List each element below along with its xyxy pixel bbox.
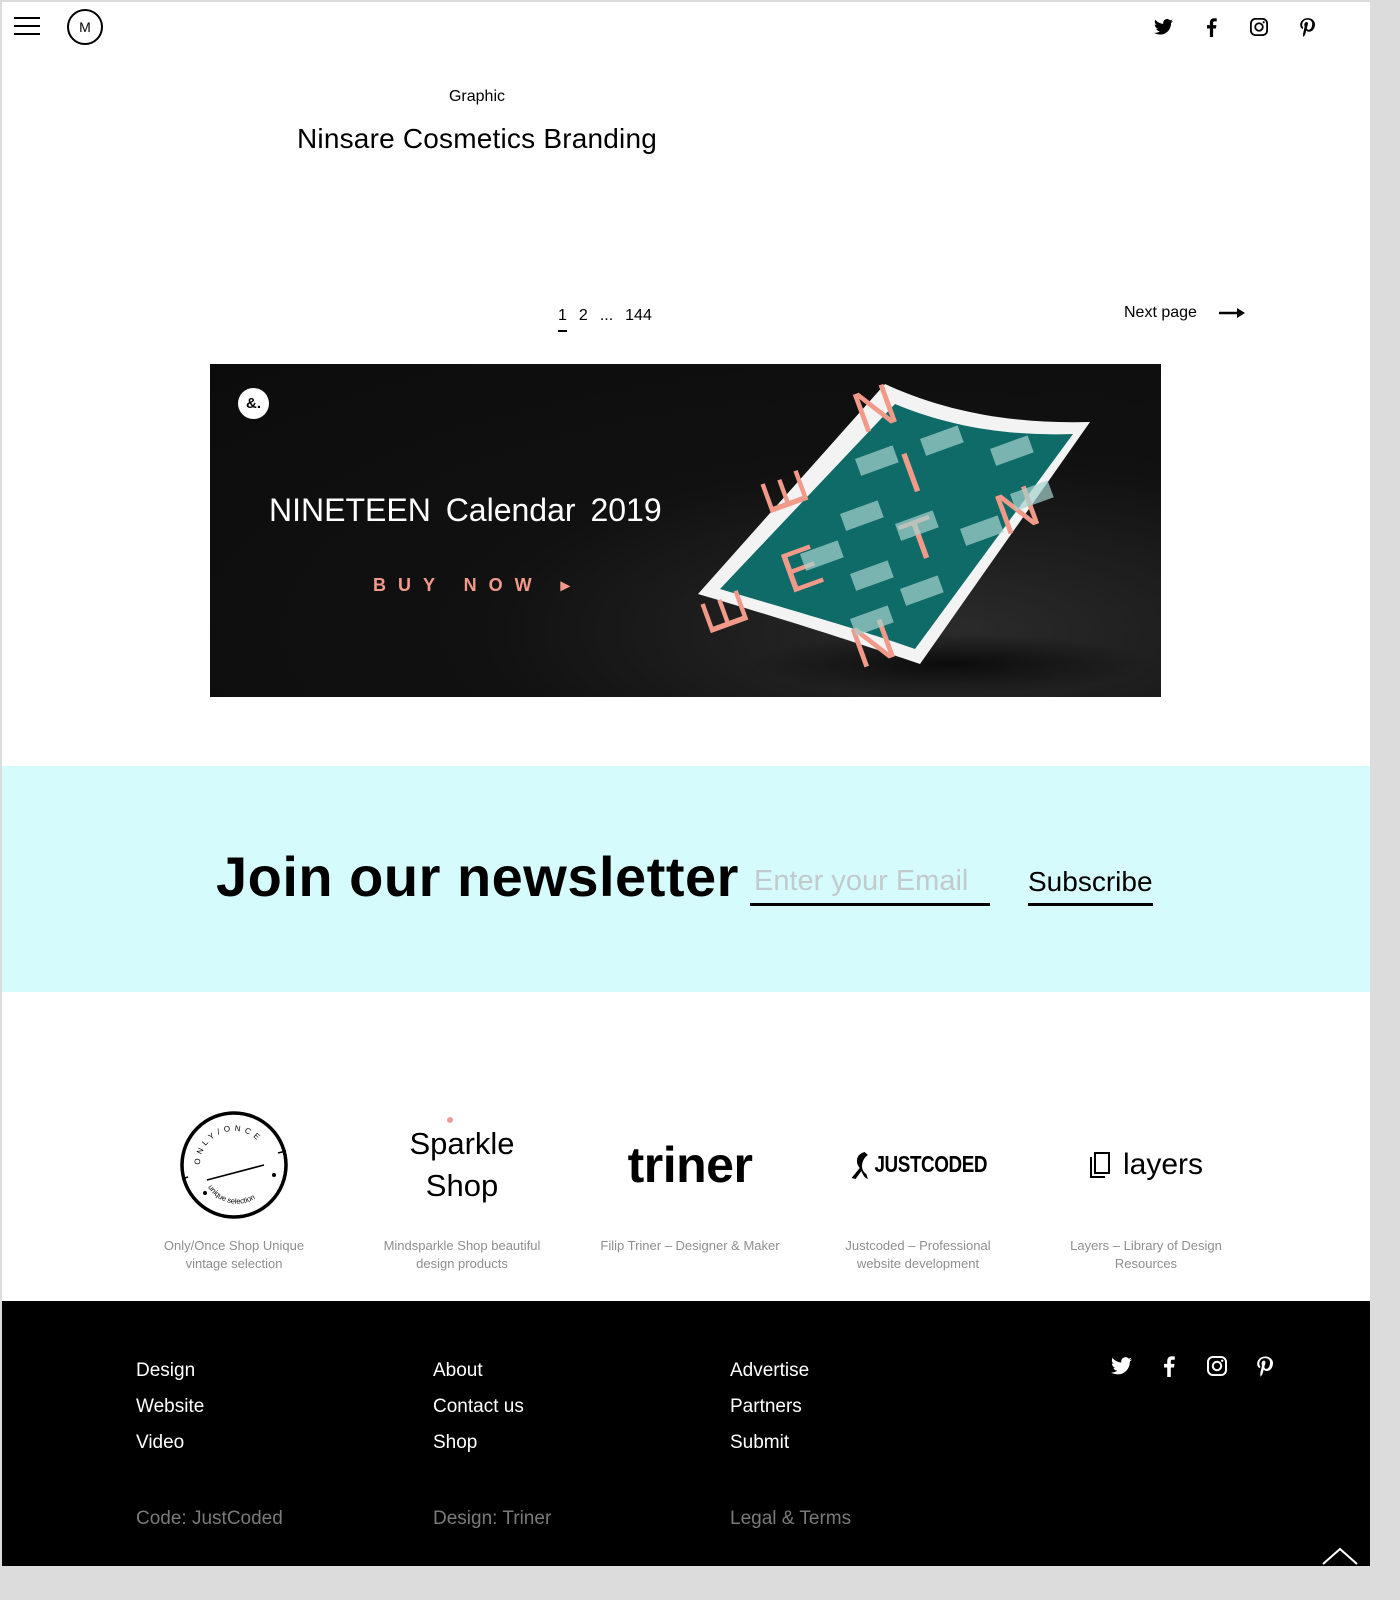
partner-description: Mindsparkle Shop beautiful design produc…: [383, 1238, 541, 1271]
post-category[interactable]: Graphic: [2, 88, 952, 106]
twitter-icon[interactable]: [1152, 16, 1174, 38]
pinterest-icon[interactable]: [1296, 16, 1318, 38]
svg-text:unique selection: unique selection: [206, 1183, 256, 1206]
layers-logo-text: layers: [1122, 1147, 1204, 1181]
footer-link-website[interactable]: Website: [136, 1389, 204, 1425]
twitter-icon[interactable]: [1110, 1355, 1132, 1377]
pinterest-icon[interactable]: [1254, 1355, 1276, 1377]
email-input[interactable]: [750, 860, 990, 906]
instagram-icon[interactable]: [1206, 1355, 1228, 1377]
buy-now-button[interactable]: BUY NOW ▸: [373, 575, 582, 596]
hamburger-menu-icon[interactable]: [14, 17, 40, 37]
partner-description: Filip Triner – Designer & Maker: [600, 1238, 780, 1253]
footer-link-advertise[interactable]: Advertise: [730, 1353, 809, 1389]
newsletter-section: Join our newsletter Subscribe: [2, 766, 1370, 992]
calendar-ad-banner[interactable]: &. NINETEEN Calendar 2019 BUY NOW ▸ N I …: [210, 364, 1161, 697]
triner-logo-text: triner: [627, 1136, 753, 1193]
footer-link-shop[interactable]: Shop: [433, 1425, 524, 1461]
footer-col-info: About Contact us Shop: [433, 1353, 524, 1461]
footer-link-submit[interactable]: Submit: [730, 1425, 809, 1461]
partner-sparkle[interactable]: Sparkle Shop Mindsparkle Shop beautiful …: [348, 1102, 576, 1273]
legal-terms-link[interactable]: Legal & Terms: [730, 1508, 851, 1530]
onlyonce-logo: ONLY/ONCE unique selection: [178, 1102, 290, 1227]
instagram-icon[interactable]: [1248, 16, 1270, 38]
partners-list: ONLY/ONCE unique selection Only/Once Sho…: [120, 1102, 1260, 1273]
footer: Design Website Video About Contact us Sh…: [2, 1301, 1370, 1566]
chevron-up-icon[interactable]: [1320, 1544, 1360, 1566]
footer-col-categories: Design Website Video: [136, 1353, 204, 1461]
sparkle-dot: [447, 1116, 453, 1123]
partner-description: Layers – Library of Design Resources: [1070, 1238, 1222, 1271]
next-page-label: Next page: [1124, 304, 1197, 321]
partner-triner[interactable]: triner Filip Triner – Designer & Maker: [576, 1102, 804, 1273]
justcoded-logo: JUSTCODED: [833, 1102, 1002, 1227]
page-last-link[interactable]: 144: [625, 307, 652, 332]
sparkle-shop-logo-text: Sparkle Shop: [409, 1125, 515, 1203]
calendar-poster-image: N I N E T E E N: [690, 371, 1150, 694]
arrow-right-icon: [1218, 308, 1245, 318]
partner-justcoded[interactable]: JUSTCODED Justcoded – Professional websi…: [804, 1102, 1032, 1273]
post-title[interactable]: Ninsare Cosmetics Branding: [2, 123, 952, 155]
newsletter-title: Join our newsletter: [216, 845, 739, 908]
credit-design[interactable]: Design: Triner: [433, 1508, 551, 1530]
footer-link-partners[interactable]: Partners: [730, 1389, 809, 1425]
ampersand-badge: &.: [238, 388, 269, 419]
page: M Graphic Ninsare Cosmetics Branding 1 2…: [2, 2, 1370, 1566]
subscribe-button[interactable]: Subscribe: [1028, 860, 1153, 906]
partner-description: Only/Once Shop Unique vintage selection: [163, 1238, 305, 1271]
svg-text:ONLY/ONCE: ONLY/ONCE: [193, 1123, 265, 1165]
triner-logo: triner: [628, 1102, 753, 1227]
site-logo[interactable]: M: [67, 9, 103, 45]
banner-title: NINETEEN Calendar 2019: [269, 492, 662, 528]
footer-link-about[interactable]: About: [433, 1353, 524, 1389]
partner-layers[interactable]: layers Layers – Library of Design Resour…: [1032, 1102, 1260, 1273]
footer-link-contact[interactable]: Contact us: [433, 1389, 524, 1425]
facebook-icon[interactable]: [1200, 16, 1222, 38]
sparkle-shop-logo: Sparkle Shop: [402, 1102, 522, 1227]
page-ellipsis: ...: [599, 307, 614, 324]
justcoded-mark-icon: [851, 1151, 869, 1179]
footer-col-business: Advertise Partners Submit: [730, 1353, 809, 1461]
partner-onlyonce[interactable]: ONLY/ONCE unique selection Only/Once Sho…: [120, 1102, 348, 1273]
credit-code[interactable]: Code: JustCoded: [136, 1508, 283, 1530]
justcoded-logo-text: JUSTCODED: [874, 1151, 988, 1177]
next-page-link[interactable]: Next page: [1124, 304, 1245, 322]
facebook-icon[interactable]: [1158, 1355, 1180, 1377]
footer-link-video[interactable]: Video: [136, 1425, 204, 1461]
partner-description: Justcoded – Professional website develop…: [845, 1238, 991, 1271]
page-2-link[interactable]: 2: [579, 307, 588, 332]
layers-stack-icon: [1089, 1151, 1110, 1178]
footer-link-design[interactable]: Design: [136, 1353, 204, 1389]
layers-logo: layers: [1089, 1102, 1203, 1227]
header-social-links: [1152, 16, 1318, 38]
footer-social-links: [1110, 1355, 1276, 1377]
pagination: 1 2 ... 144: [558, 307, 652, 332]
page-1-link[interactable]: 1: [558, 307, 567, 332]
